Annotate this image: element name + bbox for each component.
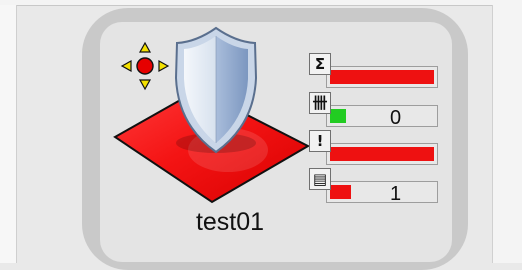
indicator-value: 0: [390, 107, 402, 129]
sigma-icon[interactable]: Σ: [309, 53, 331, 75]
exclamation-icon[interactable]: !: [309, 130, 331, 152]
node-label: test01: [195, 208, 265, 236]
tally-icon[interactable]: 卌: [309, 92, 331, 114]
move-arrows-icon[interactable]: [120, 41, 170, 91]
indicator-bar: [330, 185, 351, 199]
indicator-bar: [330, 147, 434, 161]
indicator-bar: [330, 70, 434, 84]
queue-icon[interactable]: ▤: [309, 168, 331, 190]
indicator-bar: [330, 109, 346, 123]
indicator-value: 1: [390, 183, 402, 205]
